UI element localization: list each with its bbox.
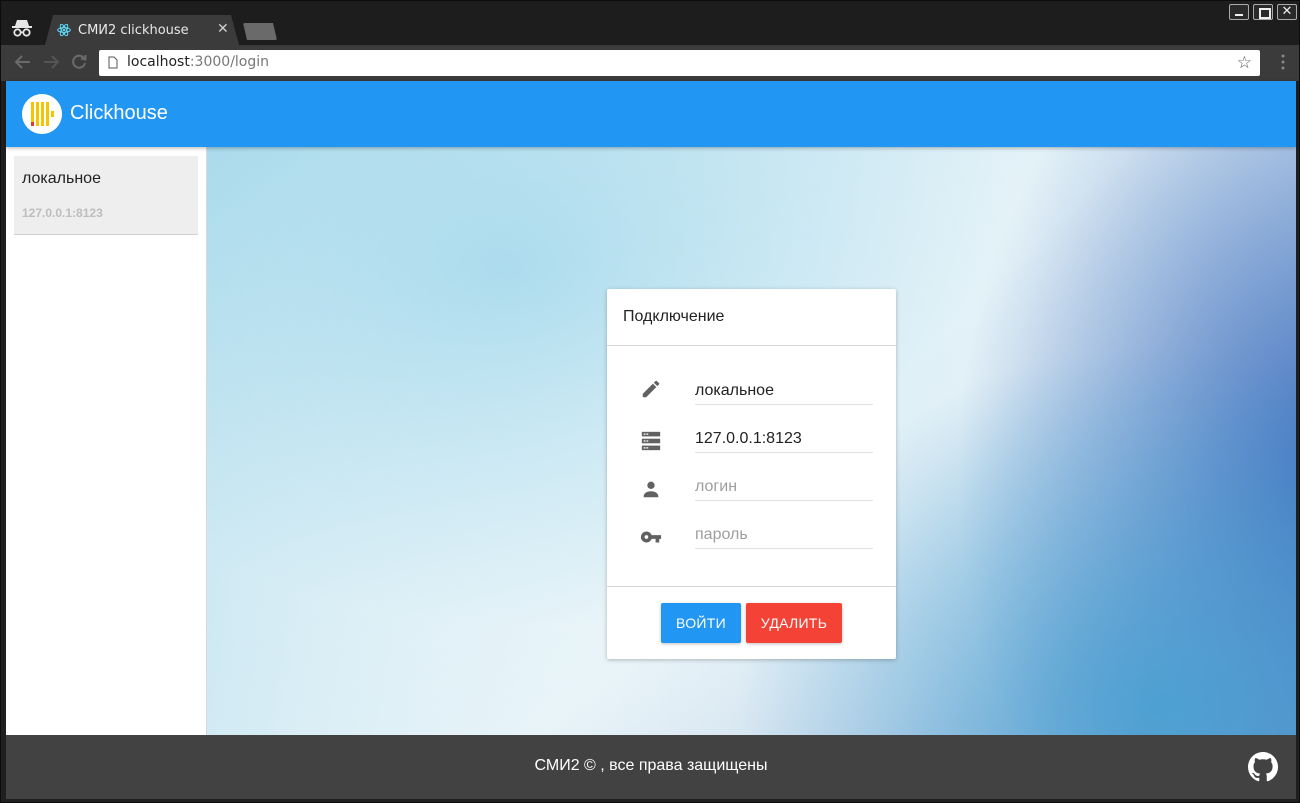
connection-name: локальное (22, 170, 101, 187)
reload-icon[interactable] (69, 52, 89, 72)
host-field[interactable] (695, 427, 873, 453)
person-icon (643, 481, 659, 498)
connection-card: Подключение локальное 127.0.0.1:8123 лог… (607, 289, 896, 659)
window-close-button[interactable]: ✕ (1277, 4, 1297, 20)
key-icon (640, 531, 662, 543)
pencil-icon (642, 380, 660, 398)
react-favicon-icon (57, 23, 71, 37)
maximize-button[interactable] (1253, 4, 1273, 20)
app-bar: Clickhouse (6, 81, 1296, 147)
browser-menu-icon[interactable] (1281, 54, 1285, 70)
host-input[interactable] (695, 427, 873, 451)
login-button[interactable]: Войти (661, 603, 741, 643)
delete-button[interactable]: Удалить (746, 603, 842, 643)
clickhouse-logo-icon (22, 94, 62, 134)
window-controls: ✕ (1229, 4, 1297, 20)
new-tab-button[interactable] (243, 23, 277, 40)
url-host: localhost (127, 54, 190, 70)
address-bar[interactable]: localhost:3000/login ☆ (99, 50, 1260, 76)
browser-tab-active[interactable]: СМИ2 clickhouse ✕ (45, 15, 239, 45)
minimize-button[interactable] (1229, 4, 1249, 20)
password-input[interactable] (695, 523, 873, 547)
connection-item[interactable]: локальное 127.0.0.1:8123 (14, 156, 198, 235)
connection-host: 127.0.0.1:8123 (22, 206, 103, 220)
github-icon[interactable] (1248, 752, 1278, 782)
tab-title: СМИ2 clickhouse (78, 23, 189, 38)
bookmark-star-icon[interactable]: ☆ (1237, 53, 1252, 73)
connection-name-input[interactable] (695, 379, 873, 403)
page-icon (108, 56, 118, 69)
connections-sidebar: локальное 127.0.0.1:8123 (6, 147, 207, 735)
url-text: localhost:3000/login (127, 54, 269, 70)
browser-toolbar: localhost:3000/login ☆ (1, 45, 1299, 81)
browser-titlebar: СМИ2 clickhouse ✕ ✕ (1, 1, 1299, 45)
incognito-icon (12, 20, 32, 37)
app-title: Clickhouse (70, 102, 168, 124)
server-icon (641, 431, 661, 451)
browser-window: СМИ2 clickhouse ✕ ✕ localhost:3000/login… (0, 0, 1300, 803)
login-field[interactable] (695, 475, 873, 501)
card-header-divider (607, 345, 896, 346)
connection-name-field[interactable] (695, 379, 873, 405)
back-arrow-icon[interactable] (13, 52, 33, 72)
url-path: :3000/login (189, 54, 270, 70)
app-footer: СМИ2 © , все права защищены (6, 735, 1296, 799)
card-title: Подключение (623, 308, 725, 325)
login-content-area: Подключение локальное 127.0.0.1:8123 лог… (207, 147, 1296, 735)
tab-close-icon[interactable]: ✕ (217, 21, 229, 37)
login-input[interactable] (695, 475, 873, 499)
footer-copyright: СМИ2 © , все права защищены (534, 757, 768, 774)
app-root: Clickhouse локальное 127.0.0.1:8123 Подк… (6, 81, 1296, 799)
card-footer-divider (607, 586, 896, 587)
password-field[interactable] (695, 523, 873, 549)
forward-arrow-icon[interactable] (41, 52, 61, 72)
